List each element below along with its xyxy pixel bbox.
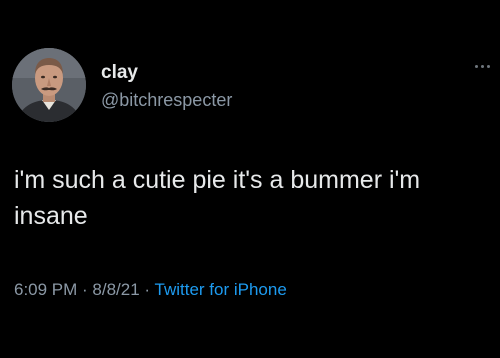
tweet-source-link[interactable]: Twitter for iPhone: [155, 280, 287, 299]
profile-photo-icon: [12, 48, 86, 122]
more-options-button[interactable]: [468, 56, 496, 76]
meta-separator: ·: [139, 280, 155, 299]
tweet-time[interactable]: 6:09 PM: [14, 280, 77, 299]
tweet-text-line-1: i'm such a cutie pie it's a bummer i'm: [14, 166, 421, 194]
tweet-text-line-2: insane: [14, 202, 88, 230]
more-horizontal-icon: [474, 64, 478, 68]
avatar[interactable]: [12, 48, 86, 122]
more-horizontal-icon-dot: [486, 64, 490, 68]
display-name[interactable]: clay: [101, 62, 138, 84]
more-horizontal-icon-dot: [480, 64, 484, 68]
tweet-text: i'm such a cutie pie it's a bummer i'm i…: [14, 162, 494, 234]
tweet-metadata: 6:09 PM · 8/8/21 · Twitter for iPhone: [14, 279, 287, 301]
tweet-date[interactable]: 8/8/21: [92, 280, 139, 299]
meta-separator: ·: [77, 280, 93, 299]
user-handle[interactable]: @bitchrespecter: [101, 89, 232, 111]
tweet-card: clay @bitchrespecter i'm such a cutie pi…: [0, 0, 500, 358]
